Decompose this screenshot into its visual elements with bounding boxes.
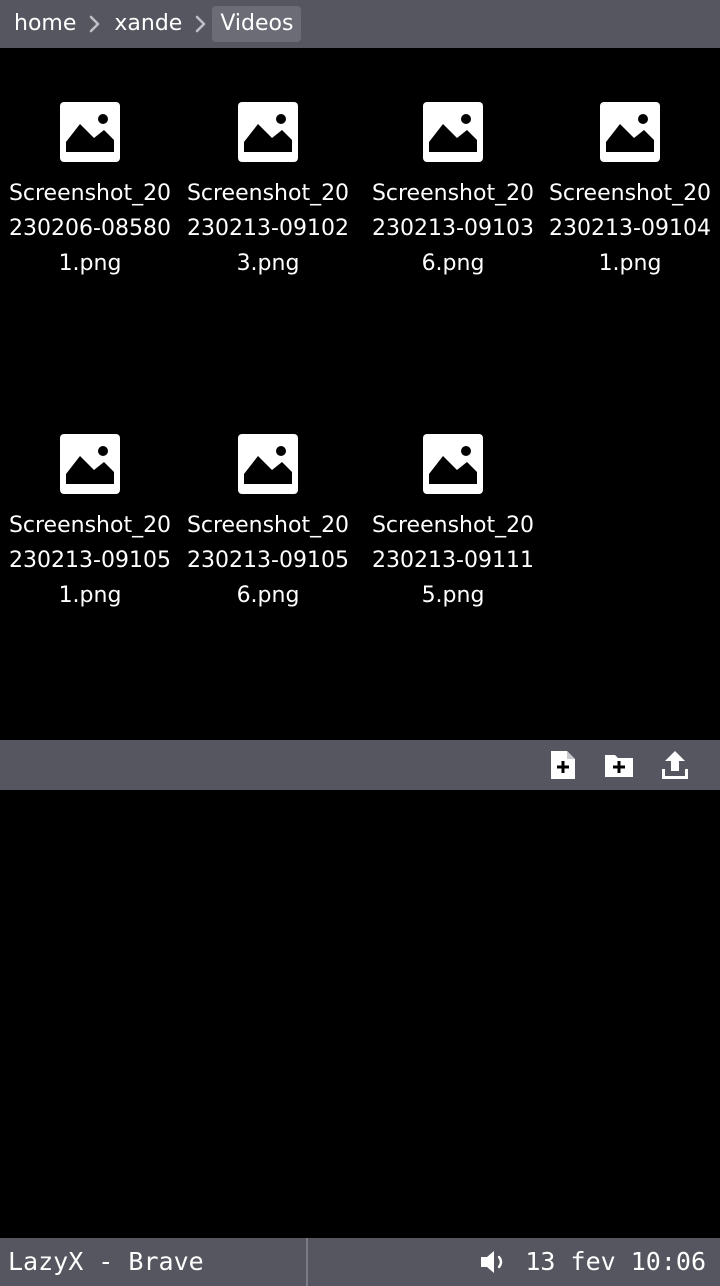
image-file-icon xyxy=(0,432,180,496)
file-item[interactable]: Screenshot_20230213-091023.png xyxy=(178,48,358,281)
file-name: Screenshot_20230213-091115.png xyxy=(371,513,535,608)
taskbar-divider xyxy=(306,1238,308,1286)
file-item[interactable]: Screenshot_20230213-091115.png xyxy=(363,380,543,613)
taskbar: LazyX - Brave 13 fev 10:06 xyxy=(0,1238,720,1286)
file-grid: Screenshot_20230206-085801.png Screensho… xyxy=(0,48,720,740)
file-name: Screenshot_20230213-091036.png xyxy=(371,181,535,276)
clock: 13 fev 10:06 xyxy=(525,1247,706,1276)
file-item[interactable]: Screenshot_20230206-085801.png xyxy=(0,48,180,281)
breadcrumb: home xande Videos xyxy=(0,0,720,48)
file-name: Screenshot_20230206-085801.png xyxy=(8,181,172,276)
new-file-button[interactable] xyxy=(547,749,579,781)
chevron-right-icon xyxy=(86,10,104,38)
image-file-icon xyxy=(363,100,543,164)
file-name: Screenshot_20230213-091041.png xyxy=(548,181,712,276)
upload-button[interactable] xyxy=(659,749,691,781)
new-file-icon xyxy=(547,751,579,785)
file-item[interactable]: Screenshot_20230213-091036.png xyxy=(363,48,543,281)
file-name: Screenshot_20230213-091056.png xyxy=(186,513,350,608)
new-folder-icon xyxy=(603,755,635,785)
breadcrumb-videos[interactable]: Videos xyxy=(212,6,302,42)
action-bar xyxy=(0,740,720,790)
file-name: Screenshot_20230213-091051.png xyxy=(8,513,172,608)
volume-icon[interactable] xyxy=(478,1248,510,1276)
file-name: Screenshot_20230213-091023.png xyxy=(186,181,350,276)
image-file-icon xyxy=(0,100,180,164)
image-file-icon xyxy=(178,432,358,496)
empty-panel xyxy=(0,790,720,1238)
new-folder-button[interactable] xyxy=(603,749,635,781)
file-item[interactable]: Screenshot_20230213-091041.png xyxy=(540,48,720,281)
active-window-title[interactable]: LazyX - Brave xyxy=(8,1238,204,1286)
breadcrumb-xande[interactable]: xande xyxy=(106,6,190,42)
image-file-icon xyxy=(540,100,720,164)
image-file-icon xyxy=(178,100,358,164)
image-file-icon xyxy=(363,432,543,496)
breadcrumb-home[interactable]: home xyxy=(6,6,84,42)
file-item[interactable]: Screenshot_20230213-091056.png xyxy=(178,380,358,613)
upload-icon xyxy=(659,751,691,785)
chevron-right-icon xyxy=(192,10,210,38)
file-item[interactable]: Screenshot_20230213-091051.png xyxy=(0,380,180,613)
